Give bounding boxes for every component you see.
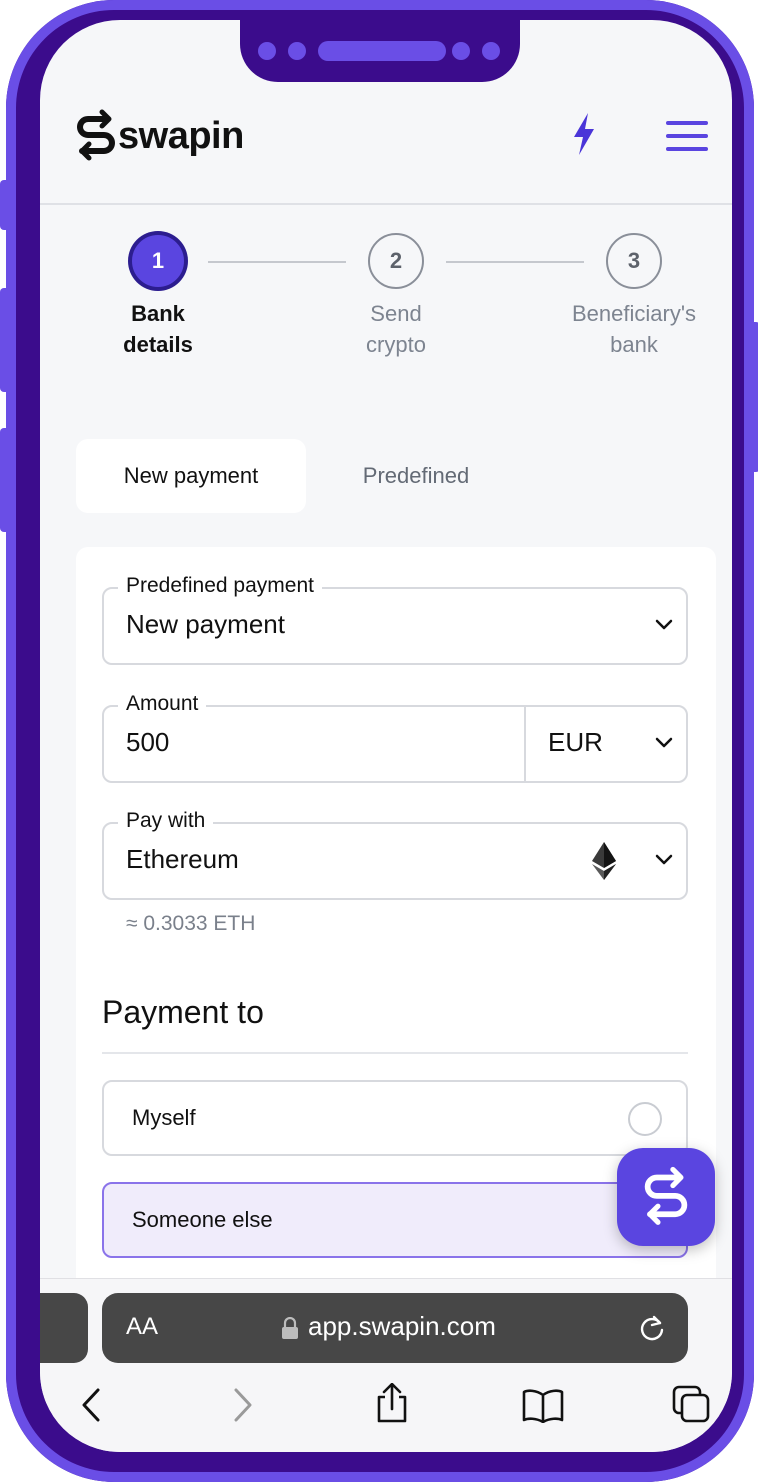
forward-icon[interactable] bbox=[232, 1387, 254, 1423]
payment-to-title: Payment to bbox=[102, 994, 264, 1030]
predefined-payment-value: New payment bbox=[126, 609, 285, 639]
amount-input[interactable]: 500 bbox=[126, 727, 169, 758]
lock-icon bbox=[282, 1317, 298, 1339]
back-icon[interactable] bbox=[80, 1387, 102, 1423]
currency-select[interactable]: EUR bbox=[548, 727, 603, 758]
reload-icon[interactable] bbox=[638, 1313, 666, 1343]
pay-with-select[interactable]: Pay with Ethereum bbox=[102, 806, 688, 900]
section-divider bbox=[102, 1052, 688, 1054]
radio-button[interactable] bbox=[628, 1102, 662, 1136]
power-button bbox=[750, 322, 758, 472]
step-3-label: Beneficiary's bank bbox=[571, 301, 697, 357]
step-connector bbox=[446, 261, 584, 263]
amount-divider bbox=[524, 707, 526, 781]
step-2-label: Send crypto bbox=[366, 301, 426, 357]
brand-name: swapin bbox=[118, 114, 244, 157]
option-someone-else[interactable]: Someone else bbox=[102, 1182, 688, 1258]
step-connector bbox=[208, 261, 346, 263]
swapin-logo-icon bbox=[77, 109, 115, 161]
ethereum-icon bbox=[592, 842, 616, 880]
browser-toolbar: AA app.swapin.com bbox=[40, 1278, 732, 1452]
previous-tab[interactable] bbox=[40, 1293, 88, 1363]
amount-label: Amount bbox=[118, 689, 207, 719]
option-myself[interactable]: Myself bbox=[102, 1080, 688, 1156]
volume-down-button bbox=[0, 428, 10, 532]
option-myself-label: Myself bbox=[132, 1105, 196, 1130]
lightning-icon[interactable] bbox=[570, 113, 598, 155]
swapin-logo[interactable]: swapin bbox=[74, 109, 244, 163]
swap-icon bbox=[644, 1166, 688, 1225]
swap-fab-button[interactable] bbox=[617, 1148, 715, 1246]
app-header: swapin bbox=[40, 65, 732, 205]
bookmarks-icon[interactable] bbox=[522, 1389, 564, 1423]
step-1-circle: 1 bbox=[130, 233, 186, 289]
chevron-down-icon[interactable] bbox=[654, 617, 674, 631]
side-button bbox=[0, 180, 10, 230]
crypto-estimate: ≈ 0.3033 ETH bbox=[126, 912, 256, 935]
step-1-label: Bank details bbox=[123, 301, 193, 357]
chevron-down-icon[interactable] bbox=[654, 735, 674, 749]
tabs-icon[interactable] bbox=[672, 1385, 710, 1423]
step-3-circle: 3 bbox=[606, 233, 662, 289]
chevron-down-icon[interactable] bbox=[654, 852, 674, 866]
address-bar[interactable]: AA app.swapin.com bbox=[102, 1293, 688, 1363]
phone-frame: swapin 1 Bank details 2 Send crypto 3 Be… bbox=[0, 0, 758, 1482]
url-text: app.swapin.com bbox=[308, 1311, 496, 1341]
predefined-payment-select[interactable]: Predefined payment New payment bbox=[102, 571, 688, 665]
tab-predefined[interactable]: Predefined bbox=[316, 439, 516, 513]
amount-field[interactable]: Amount 500 EUR bbox=[102, 689, 688, 783]
hamburger-icon[interactable] bbox=[666, 121, 708, 151]
phone-notch bbox=[240, 20, 520, 82]
text-size-button[interactable]: AA bbox=[126, 1313, 158, 1341]
pay-with-label: Pay with bbox=[118, 806, 214, 836]
pay-with-value: Ethereum bbox=[126, 844, 239, 874]
screen: swapin 1 Bank details 2 Send crypto 3 Be… bbox=[40, 20, 732, 1452]
predefined-payment-label: Predefined payment bbox=[118, 571, 322, 601]
option-someone-else-label: Someone else bbox=[132, 1207, 273, 1232]
volume-up-button bbox=[0, 288, 10, 392]
tab-new-payment[interactable]: New payment bbox=[76, 439, 306, 513]
step-2-circle: 2 bbox=[368, 233, 424, 289]
share-icon[interactable] bbox=[375, 1383, 409, 1423]
